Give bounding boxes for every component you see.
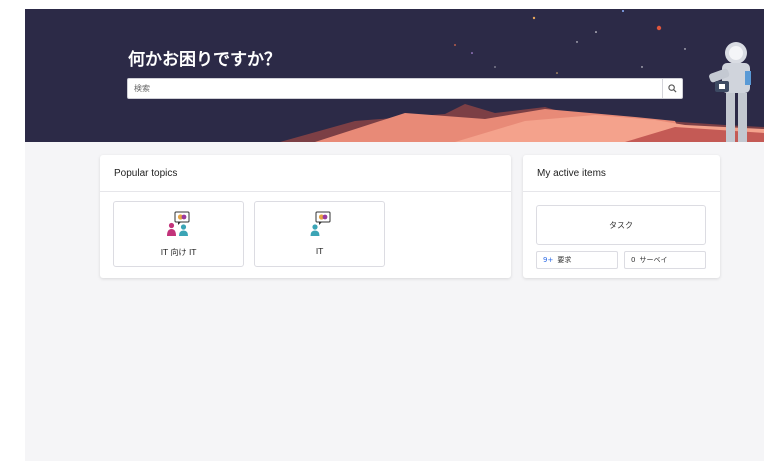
search-input[interactable] <box>128 79 661 98</box>
tasks-tile[interactable]: タスク <box>536 205 706 245</box>
topic-label: IT 向け IT <box>160 248 197 257</box>
active-items-card: My active items タスク 9+ 要求 0 サーベイ <box>523 155 720 278</box>
desert-landscape-illustration <box>280 10 764 142</box>
active-items-title: My active items <box>523 155 720 192</box>
topic-label: IT <box>315 247 324 256</box>
requests-label: 要求 <box>557 256 572 264</box>
surveys-count: 0 <box>631 256 636 264</box>
requests-tile[interactable]: 9+ 要求 <box>536 251 618 269</box>
person-chat-icon <box>310 211 330 236</box>
popular-topics-title: Popular topics <box>100 155 511 192</box>
topic-card-it[interactable]: IT <box>254 201 385 267</box>
people-chat-icon <box>166 211 189 236</box>
search-bar <box>127 78 683 99</box>
hero-title: 何かお困りですか？ <box>128 50 281 70</box>
surveys-label: サーベイ <box>639 256 668 264</box>
requests-count: 9+ <box>543 256 554 264</box>
search-icon <box>668 84 677 93</box>
hero-banner: 何かお困りですか？ <box>25 9 764 142</box>
surveys-tile[interactable]: 0 サーベイ <box>624 251 706 269</box>
tasks-label: タスク <box>609 220 633 230</box>
search-button[interactable] <box>662 79 682 98</box>
portal-page: 何かお困りですか？ Popular topics <box>25 9 764 461</box>
topic-card-it-for-it[interactable]: IT 向け IT <box>113 201 244 267</box>
popular-topics-card: Popular topics IT 向け IT IT <box>100 155 511 278</box>
